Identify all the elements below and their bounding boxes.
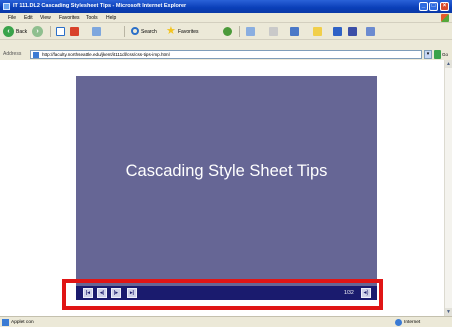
- go-arrow-icon[interactable]: [434, 50, 441, 59]
- security-zone-label: Internet: [404, 320, 421, 325]
- mail-icon[interactable]: [246, 27, 255, 36]
- toolbar-separator: [239, 26, 240, 37]
- research-icon[interactable]: [348, 27, 357, 36]
- internet-zone-icon: [395, 319, 402, 326]
- address-dropdown-button[interactable]: ▾: [424, 50, 432, 59]
- messenger-icon[interactable]: [333, 27, 342, 36]
- toolbar-separator: [50, 26, 51, 37]
- print-icon[interactable]: [269, 27, 278, 36]
- menu-view[interactable]: View: [40, 15, 51, 21]
- scroll-down-icon[interactable]: ▼: [445, 308, 452, 316]
- edit-icon[interactable]: [290, 27, 299, 36]
- address-url[interactable]: http://faculty.northseattle.edu/jkent/it…: [42, 52, 170, 58]
- favorites-star-icon[interactable]: ★: [166, 25, 176, 38]
- favorites-button-label[interactable]: Favorites: [178, 29, 199, 35]
- menu-favorites[interactable]: Favorites: [59, 15, 80, 21]
- tools-icon[interactable]: [366, 27, 375, 36]
- search-icon[interactable]: [131, 27, 139, 35]
- menu-help[interactable]: Help: [106, 15, 116, 21]
- stop-icon[interactable]: [56, 27, 65, 36]
- windows-logo-icon: [441, 14, 449, 22]
- menu-tools[interactable]: Tools: [86, 15, 98, 21]
- home-icon[interactable]: [92, 27, 101, 36]
- slide-title: Cascading Style Sheet Tips: [125, 162, 328, 180]
- browser-window: IT 111.DL2 Cascading Stylesheet Tips - M…: [0, 0, 452, 327]
- slide-applet[interactable]: Cascading Style Sheet Tips: [76, 76, 377, 286]
- status-page-icon: [2, 319, 9, 326]
- address-bar: Address http://faculty.northseattle.edu/…: [0, 48, 452, 60]
- refresh-icon[interactable]: [70, 27, 79, 36]
- title-bar: IT 111.DL2 Cascading Stylesheet Tips - M…: [0, 0, 452, 13]
- forward-icon[interactable]: ›: [32, 26, 43, 37]
- vertical-scrollbar[interactable]: ▲ ▼: [444, 60, 452, 316]
- back-icon[interactable]: ‹: [3, 26, 14, 37]
- history-icon[interactable]: [223, 27, 232, 36]
- scroll-up-icon[interactable]: ▲: [445, 60, 452, 68]
- minimize-button[interactable]: _: [419, 2, 428, 11]
- internet-explorer-icon: [3, 3, 10, 10]
- toolbar: ‹ Back › Search ★ Favorites: [0, 23, 452, 40]
- status-text: Applet con: [11, 320, 34, 325]
- address-input[interactable]: http://faculty.northseattle.edu/jkent/it…: [30, 50, 422, 59]
- close-button[interactable]: ×: [440, 2, 449, 11]
- go-button-label[interactable]: Go: [442, 52, 448, 57]
- maximize-button[interactable]: □: [429, 2, 438, 11]
- folder-icon[interactable]: [313, 27, 322, 36]
- page-icon: [33, 52, 39, 58]
- address-label: Address: [3, 51, 22, 57]
- menu-edit[interactable]: Edit: [24, 15, 33, 21]
- back-button-label[interactable]: Back: [16, 29, 27, 35]
- menu-file[interactable]: File: [8, 15, 16, 21]
- window-title: IT 111.DL2 Cascading Stylesheet Tips - M…: [13, 3, 187, 9]
- search-button-label[interactable]: Search: [141, 29, 157, 35]
- highlight-box: [62, 279, 383, 310]
- status-bar: Applet con Internet: [0, 316, 452, 327]
- toolbar-separator: [124, 26, 125, 37]
- menu-bar: File Edit View Favorites Tools Help: [0, 13, 452, 23]
